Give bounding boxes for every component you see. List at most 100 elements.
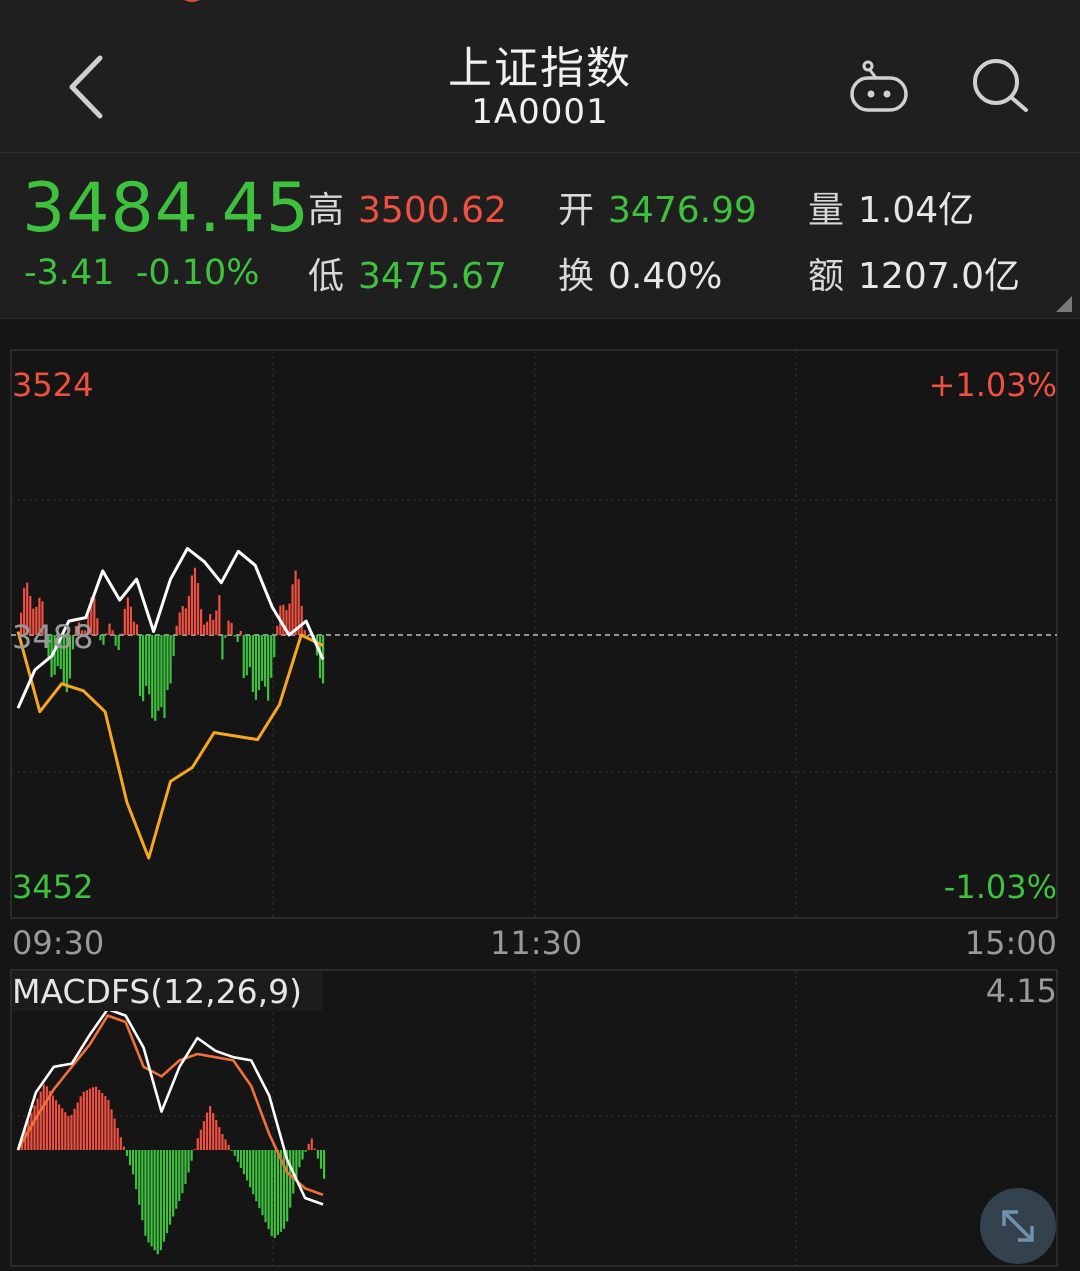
- time-label-midday: 11:30: [490, 924, 583, 962]
- macd-bar: [233, 1150, 236, 1156]
- macd-bar: [172, 1150, 175, 1217]
- current-price: 3484.45: [22, 169, 311, 248]
- tick-bar: [206, 621, 209, 635]
- macd-bar: [125, 1150, 129, 1156]
- macd-bar: [273, 1150, 276, 1239]
- tick-bar: [276, 625, 279, 635]
- macd-bar: [30, 1112, 33, 1150]
- high-cell: 高 3500.62: [308, 181, 507, 233]
- macd-bar: [131, 1150, 135, 1175]
- turnover-label: 换: [558, 256, 595, 297]
- macd-bar: [165, 1150, 169, 1234]
- macd-bar: [82, 1091, 85, 1150]
- macd-bar: [261, 1150, 264, 1216]
- macd-bar: [212, 1113, 215, 1150]
- macd-bar: [245, 1150, 249, 1181]
- tick-bar: [145, 635, 148, 686]
- tick-bar: [184, 608, 187, 635]
- assistant-button[interactable]: [846, 60, 912, 116]
- time-label-close: 15:00: [964, 924, 1057, 962]
- y-mid-label: 3488: [12, 618, 94, 656]
- intraday-grid: [10, 349, 1058, 919]
- tick-bar: [233, 635, 236, 637]
- tick-bar: [215, 610, 218, 635]
- open-cell: 开 3476.99: [558, 181, 757, 233]
- macd-bar: [119, 1137, 122, 1150]
- tick-bar: [154, 635, 157, 721]
- expand-corner-icon[interactable]: [1056, 296, 1072, 312]
- macd-bar: [227, 1144, 230, 1150]
- open-value: 3476.99: [608, 190, 757, 231]
- macd-bar: [91, 1087, 95, 1150]
- macd-bar: [175, 1150, 178, 1209]
- macd-bar: [162, 1150, 165, 1242]
- search-button[interactable]: [970, 56, 1032, 118]
- macd-bar: [310, 1138, 313, 1150]
- macd-bar: [187, 1150, 190, 1173]
- tick-bar: [93, 597, 96, 635]
- tick-bar: [282, 604, 285, 635]
- tick-bar: [212, 619, 215, 635]
- macd-bar: [122, 1146, 125, 1150]
- macd-bar: [316, 1150, 320, 1159]
- volume-value: 1.04亿: [858, 190, 975, 231]
- macd-bar: [255, 1150, 258, 1202]
- macd-bar: [64, 1112, 67, 1150]
- pct-min-label: -1.03%: [943, 868, 1057, 906]
- tick-bar: [169, 635, 172, 684]
- macd-bar: [110, 1109, 113, 1150]
- macd-bar: [190, 1150, 193, 1161]
- tick-bar: [120, 633, 123, 635]
- tick-bar: [227, 620, 230, 635]
- macd-bar: [147, 1150, 150, 1243]
- fullscreen-button[interactable]: [980, 1188, 1056, 1264]
- tick-bar: [175, 625, 178, 635]
- tick-bar: [224, 635, 227, 638]
- macd-bar: [218, 1127, 221, 1150]
- macd-bar: [221, 1134, 224, 1150]
- macd-bar: [252, 1150, 255, 1195]
- macd-bar: [156, 1150, 159, 1255]
- tick-bar: [123, 608, 126, 635]
- macd-bar: [67, 1116, 70, 1150]
- macd-bar: [298, 1150, 301, 1168]
- robot-icon: [850, 60, 908, 112]
- tick-bar: [138, 635, 142, 696]
- high-value: 3500.62: [358, 190, 507, 231]
- macd-bar: [95, 1086, 98, 1150]
- expand-icon: [1002, 1210, 1034, 1242]
- tick-bar: [300, 605, 303, 635]
- macd-bar: [319, 1150, 323, 1169]
- macd-bar: [199, 1129, 202, 1150]
- tick-bar: [218, 595, 221, 635]
- macd-title[interactable]: MACDFS(12,26,9): [12, 972, 322, 1011]
- macd-max-label: 4.15: [985, 972, 1057, 1010]
- change-value: -3.41: [24, 253, 115, 293]
- tick-bar: [129, 606, 132, 635]
- low-label: 低: [308, 256, 345, 297]
- tick-bar: [163, 635, 166, 719]
- tick-bar: [288, 603, 291, 635]
- macd-bar: [116, 1127, 119, 1150]
- macd-bar: [323, 1150, 326, 1179]
- macd-bar: [209, 1106, 212, 1150]
- macd-bar: [193, 1149, 196, 1151]
- macd-bar: [313, 1148, 316, 1150]
- tick-bar: [105, 633, 108, 635]
- macd-bar: [51, 1095, 55, 1150]
- macd-bar: [239, 1150, 243, 1169]
- tick-bar: [291, 584, 294, 635]
- tick-bar: [166, 635, 169, 691]
- macd-bar: [98, 1089, 101, 1150]
- macd-bar: [178, 1150, 181, 1202]
- search-icon: [973, 59, 1028, 112]
- page-title: 上证指数: [448, 43, 632, 94]
- tick-bar: [239, 631, 242, 635]
- low-value: 3475.67: [358, 256, 507, 297]
- chart-area[interactable]: [0, 318, 1080, 1271]
- tick-bar: [303, 630, 306, 635]
- macd-bar: [150, 1150, 153, 1247]
- macd-bar: [159, 1150, 162, 1251]
- amount-value: 1207.0亿: [858, 256, 1020, 297]
- open-label: 开: [558, 190, 595, 231]
